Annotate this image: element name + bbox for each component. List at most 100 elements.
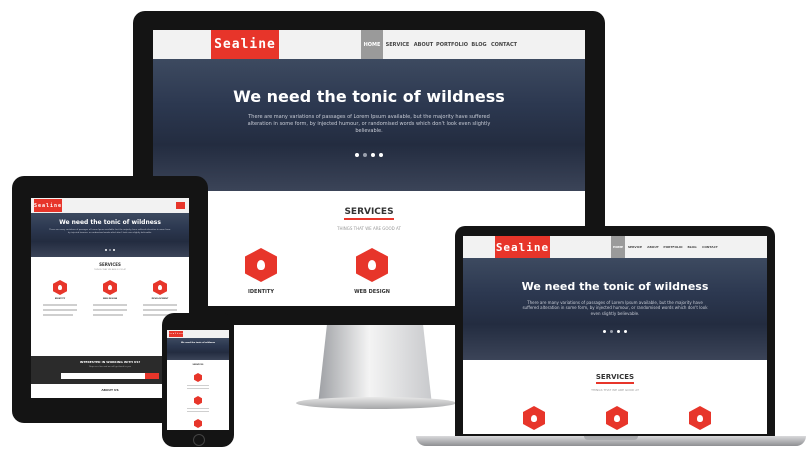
lightbulb-icon [158, 285, 162, 290]
hero-title: We need the tonic of wildness [233, 87, 505, 106]
lightbulb-icon [697, 414, 703, 422]
service-identity-hex [245, 248, 277, 282]
tablet-email-input[interactable] [61, 373, 145, 379]
phone-service-hex [194, 419, 202, 428]
site-logo[interactable]: Sealine [211, 30, 279, 59]
phone-services-title: SERVICES [192, 364, 204, 366]
laptop-service-hex [689, 406, 711, 430]
tablet-hero-title: We need the tonic of wildness [59, 219, 161, 226]
tablet-service-hex [53, 280, 67, 295]
laptop-services-subtitle: THINGS THAT WE ARE GOOD AT [591, 388, 639, 392]
slider-dot[interactable] [603, 330, 606, 333]
laptop-service-hex [523, 406, 545, 430]
lightbulb-icon [257, 260, 265, 270]
text-placeholder [187, 388, 209, 389]
nav-about[interactable]: ABOUT [645, 236, 661, 258]
laptop-service-hex [606, 406, 628, 430]
phone-frame: Sealine We need the tonic of wildness SE… [162, 313, 234, 447]
text-placeholder [187, 411, 209, 412]
tablet-service-label: WEB DESIGN [102, 298, 118, 300]
text-placeholder [93, 314, 123, 316]
text-placeholder [93, 304, 127, 306]
tablet-menu-button[interactable] [176, 202, 185, 209]
tablet-services-title: SERVICES [99, 262, 121, 267]
lightbulb-icon [614, 414, 620, 422]
tablet-site-header: Sealine [31, 198, 189, 213]
laptop-hero: We need the tonic of wildness There are … [463, 258, 767, 360]
text-placeholder [43, 309, 77, 311]
text-placeholder [143, 304, 177, 306]
nav-blog[interactable]: BLOG [685, 236, 699, 258]
laptop-lid: Sealine HOME SERVICE ABOUT PORTFOLIO BLO… [455, 226, 775, 436]
tablet-service-label: IDENTITY [54, 298, 66, 300]
phone-site-logo[interactable]: Sealine [168, 331, 183, 337]
phone-service-hex [194, 396, 202, 405]
laptop-hero-text: There are many variations of passages of… [522, 300, 708, 316]
nav-home[interactable]: HOME [611, 236, 625, 258]
monitor-stand [318, 323, 432, 405]
slider-dot[interactable] [624, 330, 627, 333]
lightbulb-icon [531, 414, 537, 422]
phone-site-header: Sealine [167, 330, 229, 338]
tablet-service-hex [103, 280, 117, 295]
slider-dot[interactable] [371, 153, 375, 157]
laptop-services-title: SERVICES [463, 373, 767, 384]
slider-dot[interactable] [105, 249, 107, 251]
laptop-site-nav: HOME SERVICE ABOUT PORTFOLIO BLOG CONTAC… [611, 236, 721, 258]
site-header: Sealine HOME SERVICE ABOUT PORTFOLIO BLO… [153, 30, 585, 59]
tablet-site-logo[interactable]: Sealine [34, 199, 62, 212]
laptop-hero-title: We need the tonic of wildness [521, 280, 709, 293]
tablet-service-hex [153, 280, 167, 295]
services-title-text: SERVICES [344, 207, 394, 220]
slider-dots [153, 153, 585, 157]
hero-section: We need the tonic of wildness There are … [153, 59, 585, 191]
laptop-services-title-text: SERVICES [595, 373, 635, 384]
laptop-trackpad-notch [584, 436, 638, 440]
text-placeholder [143, 309, 177, 311]
slider-dot[interactable] [355, 153, 359, 157]
hero-text: There are many variations of passages of… [247, 114, 491, 134]
laptop-site-header: Sealine HOME SERVICE ABOUT PORTFOLIO BLO… [463, 236, 767, 258]
text-placeholder [43, 314, 73, 316]
service-webdesign-hex [356, 248, 388, 282]
tablet-submit-button[interactable] [145, 373, 159, 379]
phone-home-button[interactable] [193, 434, 205, 446]
nav-about[interactable]: ABOUT [412, 30, 435, 59]
site-nav: HOME SERVICE ABOUT PORTFOLIO BLOG CONTAC… [361, 30, 519, 59]
slider-dot[interactable] [109, 249, 111, 251]
text-placeholder [187, 385, 209, 386]
nav-contact[interactable]: CONTACT [699, 236, 721, 258]
text-placeholder [43, 304, 77, 306]
nav-portfolio[interactable]: PORTFOLIO [435, 30, 469, 59]
monitor-base [296, 397, 456, 409]
nav-portfolio[interactable]: PORTFOLIO [661, 236, 685, 258]
service-webdesign-label: WEB DESIGN [354, 289, 390, 295]
tablet-services-subtitle: THINGS THAT WE ARE GOOD AT [94, 269, 126, 271]
nav-contact[interactable]: CONTACT [489, 30, 519, 59]
slider-dot[interactable] [113, 249, 115, 251]
laptop-screen: Sealine HOME SERVICE ABOUT PORTFOLIO BLO… [463, 236, 767, 434]
laptop-site-logo[interactable]: Sealine [495, 236, 550, 258]
lightbulb-icon [108, 285, 112, 290]
nav-blog[interactable]: BLOG [469, 30, 489, 59]
phone-hero: We need the tonic of wildness [167, 338, 229, 360]
nav-home[interactable]: HOME [361, 30, 383, 59]
tablet-hero: We need the tonic of wildness There are … [31, 213, 189, 257]
laptop-slider-dots [463, 330, 767, 333]
slider-dot[interactable] [379, 153, 383, 157]
slider-dot[interactable] [363, 153, 367, 157]
service-identity-label: IDENTITY [248, 289, 274, 295]
text-placeholder [187, 408, 209, 409]
lightbulb-icon [368, 260, 376, 270]
phone-service-hex [194, 373, 202, 382]
phone-hero-title: We need the tonic of wildness [181, 342, 215, 344]
nav-service[interactable]: SERVICE [625, 236, 645, 258]
phone-screen: Sealine We need the tonic of wildness SE… [167, 330, 229, 430]
text-placeholder [93, 309, 127, 311]
slider-dot[interactable] [610, 330, 613, 333]
slider-dot[interactable] [617, 330, 620, 333]
tablet-service-label: DEVELOPMENT [151, 298, 169, 300]
tablet-hero-text: There are many variations of passages of… [49, 229, 171, 234]
services-title: SERVICES [153, 207, 585, 220]
nav-service[interactable]: SERVICE [383, 30, 412, 59]
